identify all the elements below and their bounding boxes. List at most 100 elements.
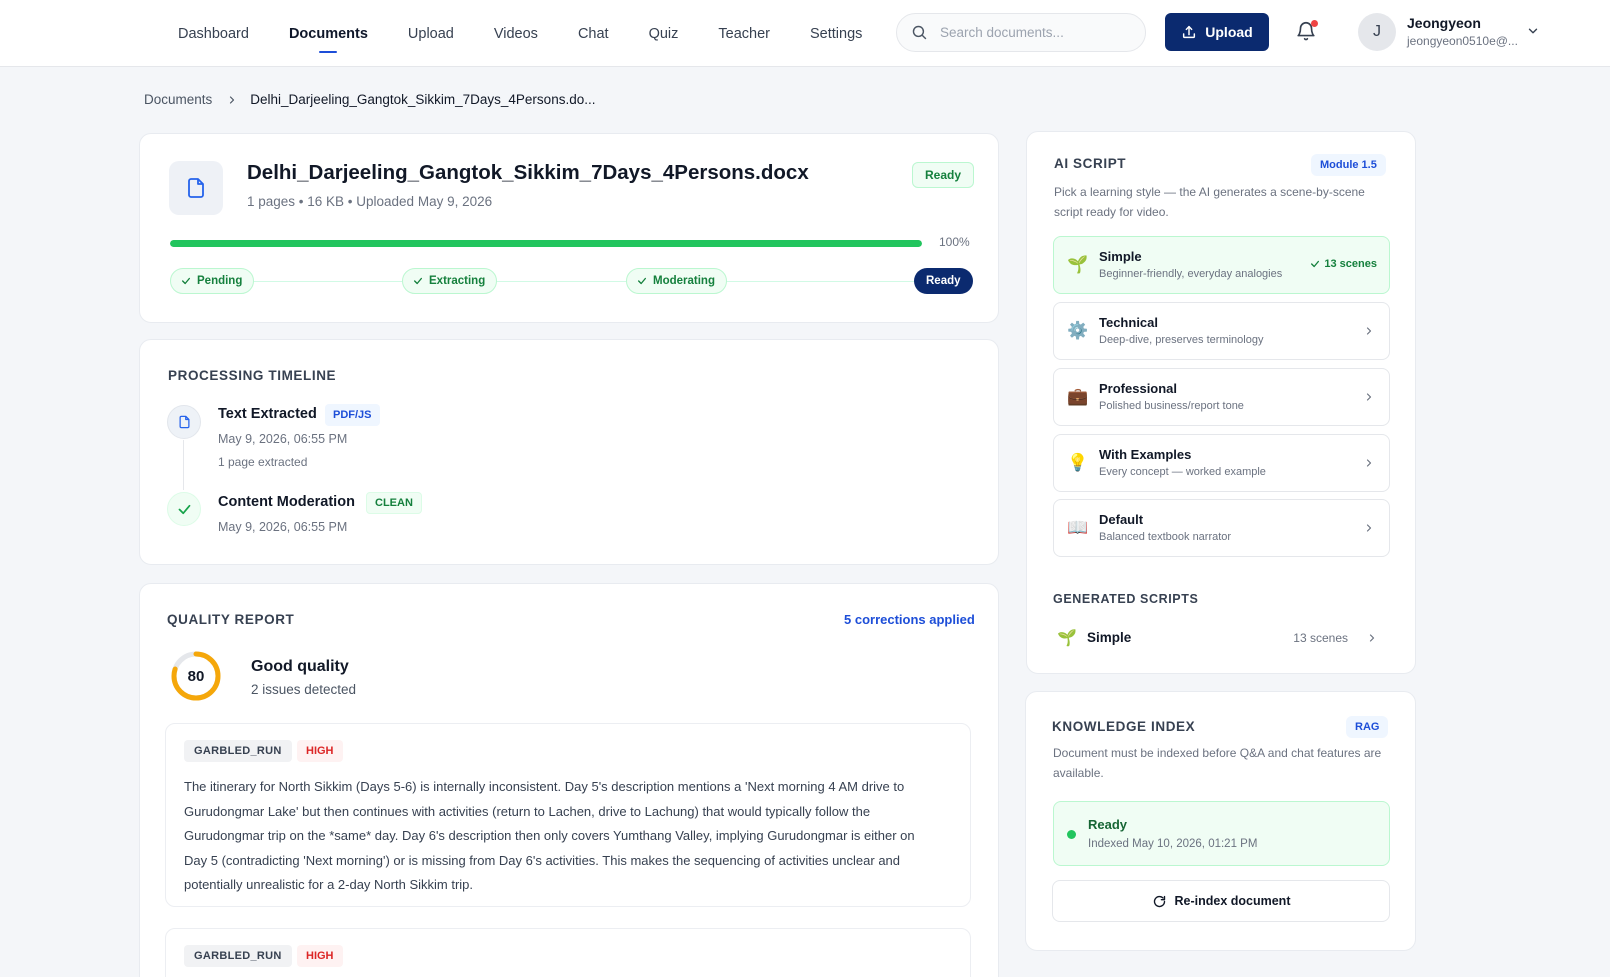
chevron-right-icon [1369,634,1375,642]
status-dot [1067,830,1076,839]
style-name: Technical [1099,315,1159,330]
timeline-event-title: Text Extracted [218,406,317,422]
reindex-button-label: Re-index document [1174,894,1291,908]
issue-item: GARBLED_RUN HIGH [165,928,971,977]
nav-chat[interactable]: Chat [578,0,609,67]
style-description: Beginner-friendly, everyday analogies [1099,268,1283,280]
chevron-right-icon [1366,327,1372,335]
nav-videos[interactable]: Videos [494,0,538,67]
style-description: Balanced textbook narrator [1099,531,1232,543]
chevron-right-icon [226,94,238,106]
style-option-default[interactable]: 📖 Default Balanced textbook narrator [1053,499,1390,557]
nav-teacher[interactable]: Teacher [718,0,770,67]
check-icon [638,277,646,285]
seedling-icon: 🌱 [1057,630,1077,647]
style-option-professional[interactable]: 💼 Professional Polished business/report … [1053,368,1390,426]
breadcrumb-current: Delhi_Darjeeling_Gangtok_Sikkim_7Days_4P… [250,92,596,107]
nav-dashboard[interactable]: Dashboard [178,0,249,67]
check-icon [182,277,190,285]
stage-label: Pending [197,275,243,287]
check-icon [1311,260,1320,268]
stage-pending: Pending [170,268,255,294]
knowledge-index-title: KNOWLEDGE INDEX [1052,719,1196,734]
knowledge-index-description: Document must be indexed before Q&A and … [1053,746,1382,780]
generated-script-count: 13 scenes [1293,631,1348,645]
breadcrumb-documents[interactable]: Documents [144,92,212,107]
search-icon [912,25,927,40]
top-nav-bar: Dashboard Documents Upload Videos Chat Q… [0,0,1610,67]
timeline-event-tag: PDF/JS [325,404,380,426]
avatar[interactable]: J [1358,13,1396,51]
status-badge: Ready [912,162,975,188]
upload-button[interactable]: Upload [1165,13,1269,51]
index-status: Ready Indexed May 10, 2026, 01:21 PM [1053,801,1390,866]
style-name: Professional [1099,381,1178,396]
issue-severity-badge: HIGH [297,740,343,762]
generated-script-name: Simple [1087,630,1132,645]
lightbulb-icon: 💡 [1067,453,1089,472]
chevron-right-icon [1366,524,1372,532]
breadcrumb: Documents Delhi_Darjeeling_Gangtok_Sikki… [144,92,595,107]
chevron-down-icon[interactable] [1526,24,1540,38]
user-email: jeongyeon0510e@... [1407,34,1518,48]
chevron-right-icon [1366,393,1372,401]
notifications-button[interactable] [1295,19,1321,45]
quality-title: QUALITY REPORT [167,612,295,627]
briefcase-icon: 💼 [1067,387,1089,406]
quality-score: 80 [187,667,205,685]
generated-script-item[interactable]: 🌱 Simple 13 scenes [1053,620,1390,656]
style-description: Deep-dive, preserves terminology [1099,334,1264,346]
issue-type-badge: GARBLED_RUN [184,945,292,967]
timeline-title: PROCESSING TIMELINE [168,368,337,383]
seedling-icon: 🌱 [1067,255,1089,274]
timeline-connector [183,440,184,490]
stage-connector [252,281,402,282]
ai-script-description: Pick a learning style — the AI generates… [1054,185,1365,219]
nav-quiz[interactable]: Quiz [649,0,679,67]
stage-label: Moderating [653,275,715,287]
issues-summary: 2 issues detected [251,682,357,697]
notification-dot [1311,20,1318,27]
user-name: Jeongyeon [1407,15,1481,31]
style-description: Every concept — worked example [1099,466,1266,478]
stage-label: Extracting [429,275,486,287]
style-option-technical[interactable]: ⚙️ Technical Deep-dive, preserves termin… [1053,302,1390,360]
issue-description: The itinerary for North Sikkim (Days 5-6… [184,779,915,893]
upload-icon [1183,25,1196,39]
style-option-with-examples[interactable]: 💡 With Examples Every concept — worked e… [1053,434,1390,492]
file-icon [167,405,201,439]
nav-upload[interactable]: Upload [408,0,454,67]
style-name: Simple [1099,249,1142,264]
timeline-event-tag: CLEAN [366,492,422,514]
document-meta: 1 pages • 16 KB • Uploaded May 9, 2026 [247,194,493,209]
refresh-icon [1153,895,1165,907]
search-box[interactable] [896,13,1146,52]
rag-badge: RAG [1346,716,1389,738]
style-description: Polished business/report tone [1099,400,1244,412]
stage-moderating: Moderating [626,268,727,294]
style-name: Default [1099,512,1144,527]
quality-label: Good quality [251,658,349,675]
index-state: Ready [1088,817,1128,832]
corrections-link[interactable]: 5 corrections applied [844,612,975,627]
progress-fill [170,240,922,247]
search-input[interactable] [940,25,1140,40]
file-icon [169,161,223,215]
issue-type-badge: GARBLED_RUN [184,740,292,762]
progress-percent: 100% [939,235,970,249]
reindex-button[interactable]: Re-index document [1052,880,1390,922]
timeline-event-detail: 1 page extracted [218,455,308,469]
check-icon [167,492,201,526]
style-option-simple[interactable]: 🌱 Simple Beginner-friendly, everyday ana… [1053,236,1390,294]
style-name: With Examples [1099,447,1192,462]
stage-ready: Ready [914,268,973,294]
indexed-timestamp: Indexed May 10, 2026, 01:21 PM [1088,838,1258,850]
scene-count: 13 scenes [1310,258,1377,270]
document-card: Delhi_Darjeeling_Gangtok_Sikkim_7Days_4P… [139,133,999,323]
chevron-right-icon [1366,459,1372,467]
timeline-event-title: Content Moderation [218,494,355,510]
nav-settings[interactable]: Settings [810,0,862,67]
ai-script-card: AI SCRIPT Module 1.5 Pick a learning sty… [1026,131,1416,674]
nav-documents[interactable]: Documents [289,0,368,67]
gear-icon: ⚙️ [1067,321,1089,340]
